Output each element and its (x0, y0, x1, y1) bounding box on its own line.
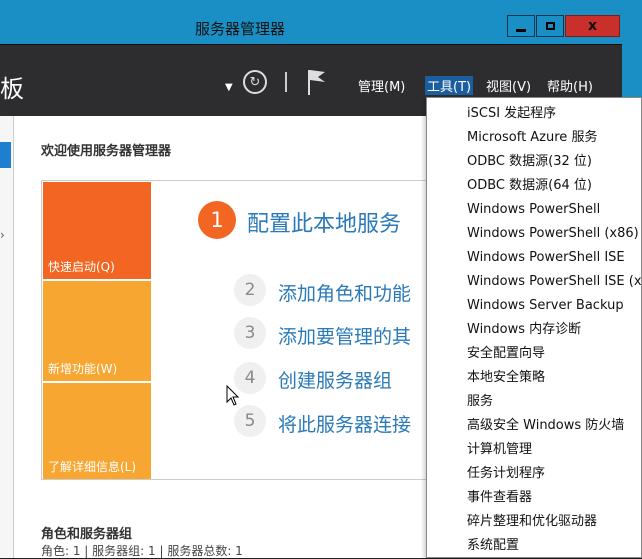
minimize-icon (516, 28, 526, 32)
step-3-number: 3 (234, 317, 266, 349)
menu-tools[interactable]: 工具(T) (425, 76, 474, 95)
breadcrumb-dropdown-icon[interactable]: ▼ (225, 82, 233, 93)
menu-item-odbc32[interactable]: ODBC 数据源(32 位) (467, 150, 592, 174)
step-2-number: 2 (234, 274, 266, 306)
minimize-button[interactable] (507, 15, 535, 37)
menu-item-odbc64[interactable]: ODBC 数据源(64 位) (467, 174, 592, 198)
menu-item-task-scheduler[interactable]: 任务计划程序 (467, 462, 545, 486)
menu-item-powershell-ise[interactable]: Windows PowerShell ISE (467, 246, 625, 270)
tile-whats-new[interactable]: 新增功能(W) (43, 281, 151, 381)
page-title: 板 (0, 75, 24, 103)
notifications-flag-icon[interactable] (306, 68, 328, 100)
roles-section-title: 角色和服务器组 (41, 527, 133, 542)
menu-item-memory-diagnostic[interactable]: Windows 内存诊断 (467, 318, 581, 342)
mouse-cursor-icon (226, 384, 240, 411)
navigation-pane (0, 116, 14, 558)
tile-whats-new-label: 新增功能(W) (48, 362, 118, 376)
window-title: 服务器管理器 (194, 20, 285, 38)
menu-item-security-config-wizard[interactable]: 安全配置向导 (467, 342, 545, 366)
step-5-link[interactable]: 将此服务器连接 (278, 410, 411, 437)
tile-learn-more-label: 了解详细信息(L) (48, 460, 137, 474)
maximize-button[interactable] (536, 15, 564, 37)
tools-dropdown-menu: iSCSI 发起程序 Microsoft Azure 服务 ODBC 数据源(3… (426, 97, 642, 558)
tile-quick-start-label: 快速启动(Q) (48, 260, 115, 274)
roles-summary: 角色: 1 | 服务器组: 1 | 服务器总数: 1 (41, 544, 243, 558)
menu-item-advanced-firewall[interactable]: 高级安全 Windows 防火墙 (467, 414, 624, 438)
menu-item-system-configuration[interactable]: 系统配置 (467, 534, 519, 557)
menu-item-powershell-x86[interactable]: Windows PowerShell (x86) (467, 222, 639, 246)
menu-item-event-viewer[interactable]: 事件查看器 (467, 486, 532, 510)
menu-item-iscsi[interactable]: iSCSI 发起程序 (467, 102, 556, 126)
toolbar-separator (285, 72, 287, 92)
step-2-link[interactable]: 添加角色和功能 (278, 279, 411, 306)
nav-item-dashboard[interactable] (0, 142, 11, 168)
menu-item-powershell-ise-x86[interactable]: Windows PowerShell ISE (x8 (467, 270, 641, 294)
tile-learn-more[interactable]: 了解详细信息(L) (43, 383, 151, 479)
menu-manage[interactable]: 管理(M) (356, 76, 407, 95)
menu-item-services[interactable]: 服务 (467, 390, 493, 414)
menu-item-azure[interactable]: Microsoft Azure 服务 (467, 126, 597, 150)
menu-help[interactable]: 帮助(H) (545, 76, 595, 95)
step-4-link[interactable]: 创建服务器组 (278, 366, 392, 393)
step-3-link[interactable]: 添加要管理的其 (278, 322, 411, 349)
menu-item-powershell[interactable]: Windows PowerShell (467, 198, 600, 222)
step-1-number: 1 (198, 201, 236, 239)
refresh-icon[interactable]: ↻ (243, 70, 267, 94)
menu-item-defragment[interactable]: 碎片整理和优化驱动器 (467, 510, 597, 534)
menu-item-server-backup[interactable]: Windows Server Backup (467, 294, 624, 318)
welcome-heading: 欢迎使用服务器管理器 (41, 144, 172, 159)
close-button[interactable]: x (565, 15, 620, 37)
expand-arrow-icon[interactable]: › (0, 228, 5, 242)
step-1-link[interactable]: 配置此本地服务 (247, 206, 401, 238)
menu-item-local-security-policy[interactable]: 本地安全策略 (467, 366, 545, 390)
maximize-icon (545, 22, 555, 30)
close-icon: x (587, 18, 598, 34)
tile-quick-start[interactable]: 快速启动(Q) (43, 182, 151, 279)
menu-item-computer-management[interactable]: 计算机管理 (467, 438, 532, 462)
menu-view[interactable]: 视图(V) (484, 76, 533, 95)
